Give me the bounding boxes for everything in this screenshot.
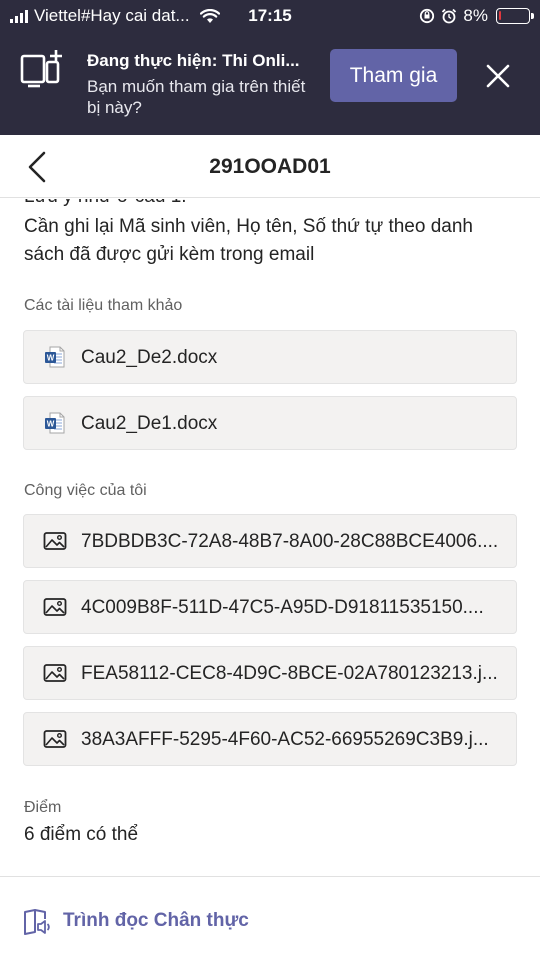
immersive-reader-button[interactable]: Trình đọc Chân thực [63,910,249,932]
my-work-file-name: 38A3AFFF-5295-4F60-AC52-66955269C3B9.j..… [81,729,489,750]
svg-text:W: W [47,420,55,429]
my-work-file-card[interactable]: 4C009B8F-511D-47C5-A95D-D91811535150.... [23,580,517,634]
battery-icon [496,8,534,24]
footer-bar: Trình đọc Chân thực [0,876,540,961]
points-label: Điểm [24,799,62,816]
instructions-text: Cần ghi lại Mã sinh viên, Họ tên, Số thứ… [24,216,473,265]
my-work-file-name: FEA58112-CEC8-4D9C-8BCE-02A780123213.j..… [81,663,498,684]
reference-file-card[interactable]: W Cau2_De1.docx [23,396,517,450]
image-icon [43,532,67,550]
immersive-reader-icon[interactable] [22,907,52,937]
reference-file-name: Cau2_De1.docx [81,413,218,434]
reference-file-card[interactable]: W Cau2_De2.docx [23,330,517,384]
points-value: 6 điểm có thể [24,824,139,845]
battery-level [499,11,501,20]
my-work-file-card[interactable]: 38A3AFFF-5295-4F60-AC52-66955269C3B9.j..… [23,712,517,766]
close-icon[interactable] [484,62,512,90]
battery-percent: 8% [463,6,488,25]
join-meeting-banner: Đang thực hiện: Thi Onli... Bạn muốn tha… [0,40,540,135]
page-title: 291OOAD01 [209,155,331,178]
image-icon [43,664,67,682]
status-bar: Viettel#Hay cai dat... 17:15 8% [0,0,540,32]
my-work-file-card[interactable]: 7BDBDB3C-72A8-48B7-8A00-28C88BCE4006.... [23,514,517,568]
status-right: 8% [419,6,534,26]
references-label: Các tài liệu tham khảo [24,297,183,314]
banner-subtitle: Bạn muốn tham gia trên thiết bị này? [87,77,306,117]
banner-title: Đang thực hiện: Thi Onli... [87,51,300,70]
image-icon [43,730,67,748]
device-add-icon [20,50,62,88]
instructions-partial-text: Lưu ý như ở câu 1. [24,199,187,208]
top-dark-area: Viettel#Hay cai dat... 17:15 8% Đang thự… [0,0,540,135]
alarm-icon [442,8,457,24]
my-work-label: Công việc của tôi [24,482,147,499]
navigation-header: 291OOAD01 [0,135,540,198]
image-icon [43,598,67,616]
reference-file-name: Cau2_De2.docx [81,347,218,368]
word-doc-icon: W [45,412,65,434]
orientation-lock-icon [420,8,435,24]
my-work-file-card[interactable]: FEA58112-CEC8-4D9C-8BCE-02A780123213.j..… [23,646,517,700]
my-work-file-name: 4C009B8F-511D-47C5-A95D-D91811535150.... [81,597,484,618]
word-doc-icon: W [45,346,65,368]
svg-text:W: W [47,354,55,363]
join-button[interactable]: Tham gia [330,49,457,102]
assignment-content[interactable]: Lưu ý như ở câu 1. Cần ghi lại Mã sinh v… [0,199,540,876]
my-work-file-name: 7BDBDB3C-72A8-48B7-8A00-28C88BCE4006.... [81,531,499,552]
